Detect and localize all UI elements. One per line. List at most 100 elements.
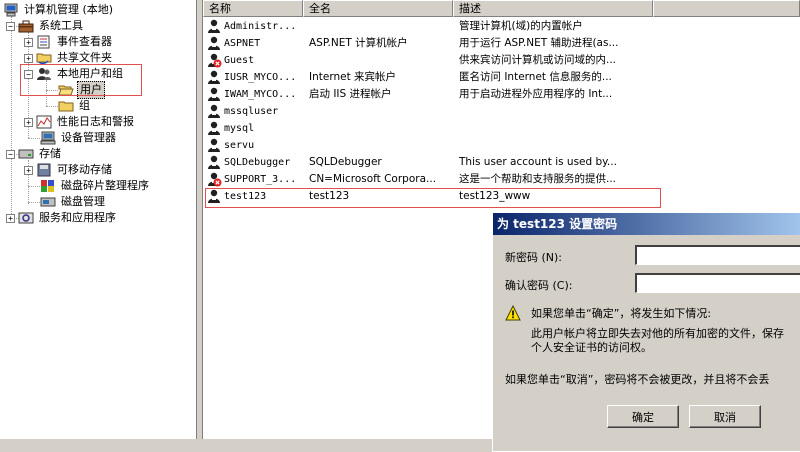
user-icon	[208, 138, 220, 152]
table-row[interactable]: servu	[203, 137, 673, 154]
cell-name-text: IUSR_MYCO...	[224, 72, 297, 83]
tree-item-defrag[interactable]: 磁盘碎片整理程序	[40, 178, 151, 194]
table-row[interactable]: IUSR_MYCO... Internet 来宾帐户 匿名访问 Internet…	[203, 69, 673, 86]
table-row[interactable]: SQLDebugger SQLDebugger This user accoun…	[203, 154, 673, 171]
table-row[interactable]: Guest 供来宾访问计算机或访问域的内...	[203, 52, 673, 69]
cell-name: mssqluser	[207, 103, 303, 120]
defrag-icon	[41, 180, 54, 192]
tree-item-services-apps[interactable]: + 服务和应用程序	[6, 210, 118, 226]
tree-item-label: 设备管理器	[61, 131, 116, 144]
cell-name: Guest	[207, 52, 303, 69]
warning-text-1: 如果您单击“确定”，将发生如下情况:	[531, 307, 712, 320]
user-icon	[208, 104, 220, 118]
tree-item-label: 本地用户和组	[57, 67, 123, 80]
user-icon	[208, 36, 220, 50]
table-row[interactable]: test123 test123 test123_www	[203, 188, 673, 205]
cancel-note: 如果您单击“取消”，密码将不会被更改，并且将不会丢	[505, 373, 770, 386]
table-row[interactable]: SUPPORT_3... CN=Microsoft Corpora... 这是一…	[203, 171, 673, 188]
table-row[interactable]: mysql	[203, 120, 673, 137]
open-folder-icon	[58, 85, 74, 96]
user-icon	[208, 155, 220, 169]
expand-toggle[interactable]: +	[24, 165, 33, 175]
services-icon	[18, 212, 34, 224]
user-icon	[208, 87, 220, 101]
user-icon	[208, 70, 220, 84]
users-group-icon	[37, 68, 51, 80]
cell-description: 这是一个帮助和支持服务的提供...	[459, 173, 617, 185]
tree-item-label: 事件查看器	[57, 35, 112, 48]
tree-item-system-tools[interactable]: − 系统工具	[6, 18, 85, 34]
device-manager-icon	[40, 131, 56, 145]
tree-item-label: 磁盘碎片整理程序	[61, 179, 149, 192]
tree-item-label: 组	[79, 99, 90, 112]
cell-description: 供来宾访问计算机或访问域的内...	[459, 54, 617, 66]
disk-management-icon	[40, 197, 56, 207]
collapse-toggle[interactable]: −	[6, 149, 15, 159]
cell-description: test123_www	[459, 190, 531, 202]
tree-item-perf-logs[interactable]: + 性能日志和警报	[24, 114, 136, 130]
tree-item-label: 性能日志和警报	[57, 115, 134, 128]
column-header-name[interactable]: 名称	[203, 0, 303, 17]
cell-full-name: CN=Microsoft Corpora...	[309, 173, 437, 185]
cell-name-text: SUPPORT_3...	[224, 174, 297, 185]
tree-item-device-manager[interactable]: 设备管理器	[40, 130, 118, 146]
console-tree[interactable]: 计算机管理 (本地) − 系统工具 + 事件查看器 + 共享文件夹 − 本地用户…	[0, 0, 197, 439]
table-row[interactable]: Administr... 管理计算机(域)的内置帐户	[203, 18, 673, 35]
tree-item-event-viewer[interactable]: + 事件查看器	[24, 34, 114, 50]
user-icon	[208, 189, 220, 203]
tree-item-local-users-groups[interactable]: − 本地用户和组	[24, 66, 125, 82]
tree-item-label: 存储	[39, 147, 61, 160]
warning-text-3: 个人安全证书的访问权。	[531, 341, 652, 354]
expand-toggle[interactable]: +	[6, 213, 15, 223]
cell-full-name: SQLDebugger	[309, 156, 382, 168]
shared-folder-icon	[36, 53, 52, 65]
cell-name: test123	[207, 188, 303, 205]
cell-name-text: Guest	[224, 55, 255, 66]
collapse-toggle[interactable]: −	[6, 21, 15, 31]
new-password-input[interactable]	[635, 245, 800, 265]
tree-item-removable-storage[interactable]: + 可移动存储	[24, 162, 114, 178]
cell-name: SQLDebugger	[207, 154, 303, 171]
folder-icon	[58, 101, 74, 112]
tree-item-users[interactable]: 用户	[58, 81, 105, 99]
expand-toggle[interactable]: +	[24, 117, 33, 127]
cell-name: ASPNET	[207, 35, 303, 52]
tree-item-label: 用户	[77, 81, 105, 99]
tree-item-groups[interactable]: 组	[58, 98, 92, 114]
tree-item-storage[interactable]: − 存储	[6, 146, 63, 162]
column-header-filler	[653, 0, 800, 17]
tree-root[interactable]: 计算机管理 (本地)	[3, 2, 115, 18]
cell-description: 管理计算机(域)的内置帐户	[459, 20, 583, 32]
cell-name: Administr...	[207, 18, 303, 35]
confirm-password-input[interactable]	[635, 273, 800, 293]
cell-name-text: mssqluser	[224, 106, 279, 117]
tree-item-shared-folders[interactable]: + 共享文件夹	[24, 50, 114, 66]
tree-item-label: 系统工具	[39, 19, 83, 32]
ok-button[interactable]: 确定	[607, 405, 679, 428]
column-header-description[interactable]: 描述	[453, 0, 653, 17]
table-row[interactable]: IWAM_MYCO... 启动 IIS 进程帐户 用于启动进程外应用程序的 In…	[203, 86, 673, 103]
cell-name: IWAM_MYCO...	[207, 86, 303, 103]
cell-name-text: IWAM_MYCO...	[224, 89, 297, 100]
removable-storage-icon	[37, 163, 51, 177]
cell-full-name: ASP.NET 计算机帐户	[309, 37, 408, 49]
cell-name: SUPPORT_3...	[207, 171, 303, 188]
cell-full-name: test123	[309, 190, 350, 202]
cancel-button[interactable]: 取消	[689, 405, 761, 428]
column-header-full-name[interactable]: 全名	[303, 0, 453, 17]
table-row[interactable]: mssqluser	[203, 103, 673, 120]
cell-name-text: Administr...	[224, 21, 297, 32]
tree-item-label: 可移动存储	[57, 163, 112, 176]
cell-description: 匿名访问 Internet 信息服务的...	[459, 71, 612, 83]
dialog-title: 为 test123 设置密码	[493, 213, 800, 235]
cell-name-text: mysql	[224, 123, 255, 134]
confirm-password-label: 确认密码 (C):	[505, 279, 573, 292]
tree-item-disk-management[interactable]: 磁盘管理	[40, 194, 107, 210]
expand-toggle[interactable]: +	[24, 37, 33, 47]
collapse-toggle[interactable]: −	[24, 69, 33, 79]
cell-name-text: test123	[224, 191, 267, 202]
table-row[interactable]: ASPNET ASP.NET 计算机帐户 用于运行 ASP.NET 辅助进程(a…	[203, 35, 673, 52]
expand-toggle[interactable]: +	[24, 53, 33, 63]
new-password-label: 新密码 (N):	[505, 251, 563, 264]
event-viewer-icon	[37, 35, 50, 49]
